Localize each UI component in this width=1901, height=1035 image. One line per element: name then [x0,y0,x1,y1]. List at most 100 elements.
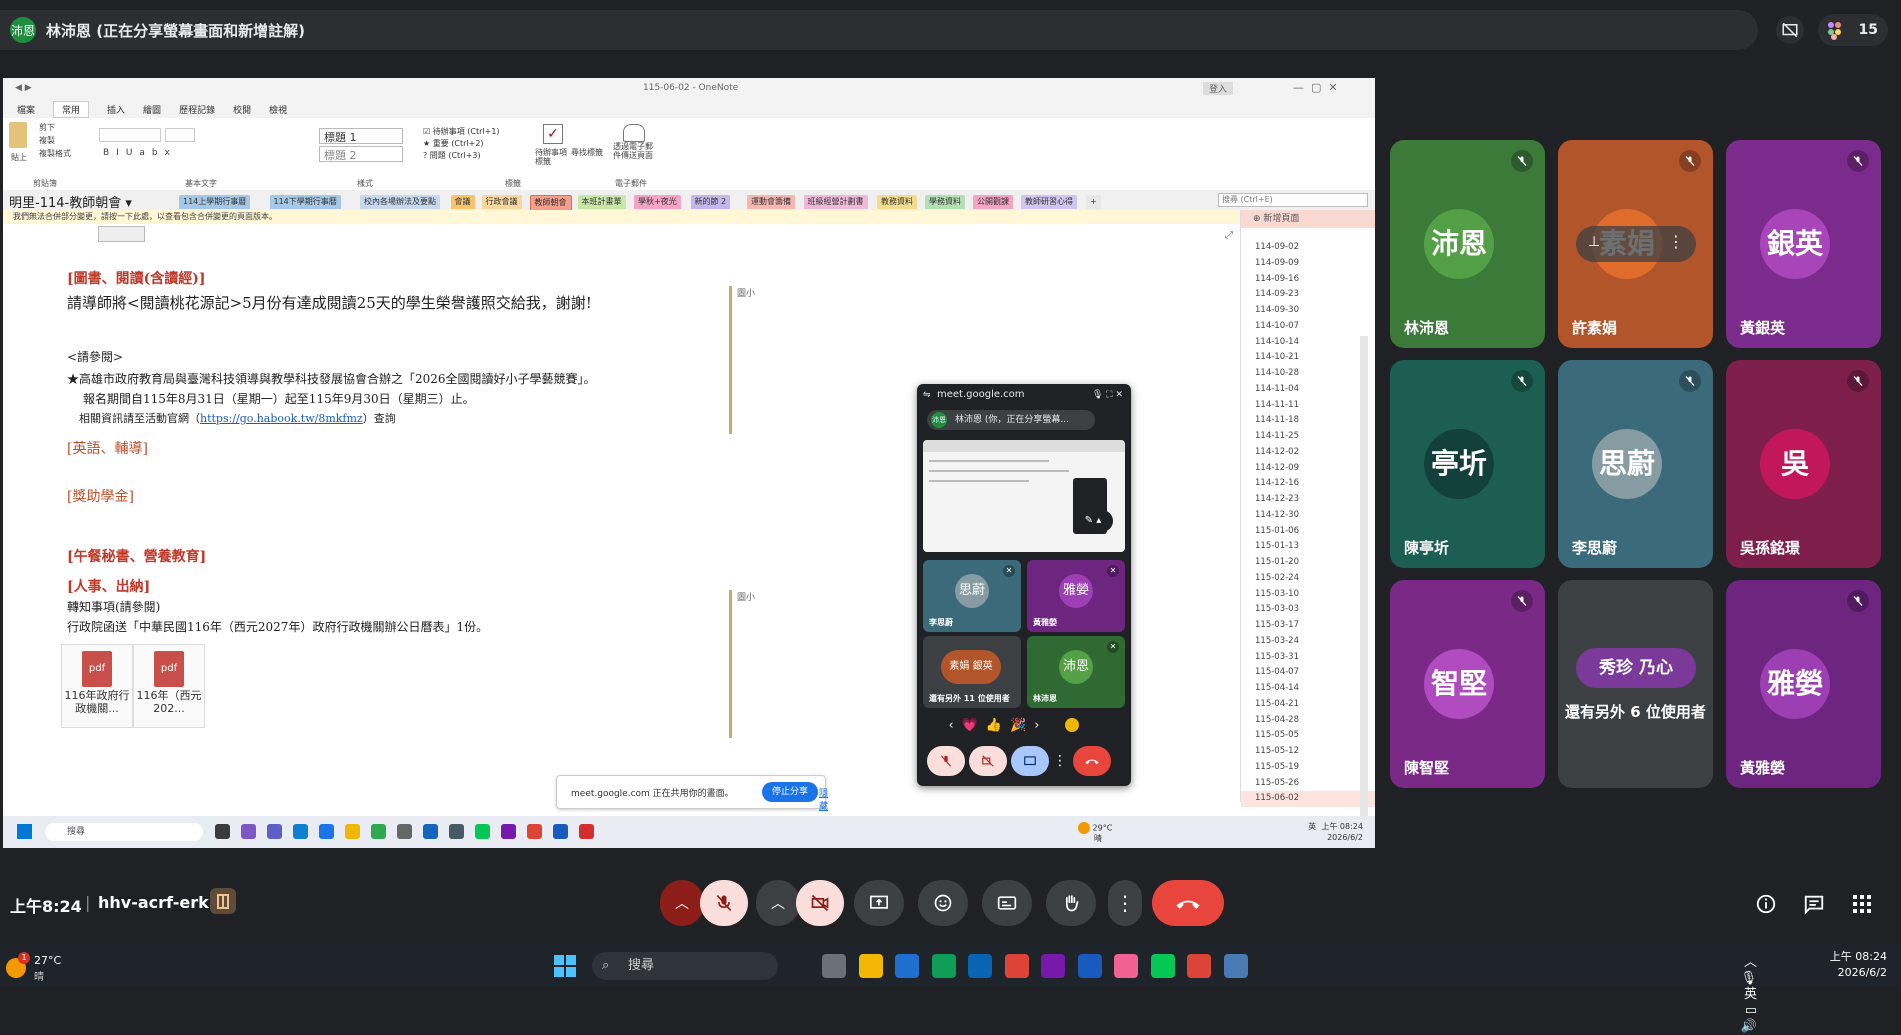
tag-important[interactable]: ★ 重要 (Ctrl+2) [423,138,484,149]
pip-window-controls-icon[interactable]: 🎙 ⛶ ✕ [1092,384,1123,406]
section-tab[interactable]: 會議 [450,195,475,209]
activities-icon[interactable] [1848,890,1876,918]
page-item[interactable]: 114-10-21 [1241,350,1375,366]
font-name-box[interactable] [99,128,161,142]
section-tab[interactable]: + [1086,195,1101,209]
window-controls-icon[interactable]: — ▢ ✕ [1293,81,1338,94]
reaction-heart-icon[interactable]: 💗 [962,718,978,733]
section-tab[interactable]: 114上學期行事曆 [179,195,251,209]
present-button[interactable] [854,880,904,926]
page-item[interactable]: 115-05-19 [1241,760,1375,776]
taskbar-app-icon[interactable] [1041,954,1065,978]
camera-off-button[interactable] [796,880,844,926]
section-tab[interactable]: 114下學期行事曆 [269,195,341,209]
page-item[interactable]: 115-03-17 [1241,618,1375,634]
tile-overlay-controls[interactable]: ⊥ ⋮ [1576,226,1696,262]
taskbar-app-icon[interactable] [1004,954,1029,978]
section-tab[interactable]: 新的節 2 [690,195,731,209]
pip-hangup-icon[interactable] [1073,746,1111,776]
meeting-info-icon[interactable] [1752,890,1780,918]
page-item[interactable]: 114-11-18 [1241,413,1375,429]
expand-icon[interactable]: ⤢ [1225,230,1233,241]
style-heading2[interactable]: 標題 2 [319,146,403,162]
taskbar-app-icon[interactable] [858,954,883,978]
paste-label[interactable]: 貼上 [11,152,27,163]
merge-warning[interactable]: 我們無法合併部分變更，請按一下此處，以查看包含合併變更的頁面版本。 [3,210,1240,224]
audio-options-button[interactable]: ︿ [660,880,704,926]
copy-button[interactable]: 複製 [39,135,55,146]
tab-draw[interactable]: 繪圖 [143,103,161,116]
pin-icon[interactable]: ⊥ [1588,234,1600,250]
page-item[interactable]: 114-12-02 [1241,445,1375,461]
section-tab[interactable]: 教務資料 [877,195,917,209]
weather-widget[interactable]: 1 27°C 晴 [4,950,84,983]
pip-annotate-icon[interactable]: ✎ ▴ [1073,510,1113,532]
taskbar-search[interactable]: ⌕ 搜尋 [592,952,778,980]
page-item[interactable]: 114-10-28 [1241,366,1375,382]
page-item[interactable]: 115-01-06 [1241,524,1375,540]
page-item[interactable]: 115-06-02 [1241,791,1375,807]
page-item[interactable]: 114-12-16 [1241,476,1375,492]
todo-tag-icon[interactable]: ✓ [543,124,563,144]
page-item[interactable]: 114-11-11 [1241,398,1375,414]
section-tab[interactable]: 行政會議 [481,195,522,209]
pip-participant-tile[interactable]: 雅嫈 黃雅嫈 ✕ [1027,560,1125,632]
taskbar-date[interactable]: 2026/6/2 [1838,966,1887,979]
tab-home[interactable]: 常用 [53,100,90,118]
tray-icons[interactable]: ︿ 🎙 英 ▭ 🔊 [1741,955,1758,1035]
page-item[interactable]: 114-09-09 [1241,256,1375,272]
pdf-attachment-2[interactable]: pdf 116年（西元202... [133,644,205,728]
tag-todo[interactable]: ☑ 待辦事項 (Ctrl+1) [423,126,500,137]
pip-more-icon[interactable]: ⋮ [1053,746,1067,776]
mic-off-button[interactable] [700,880,748,926]
tag-question[interactable]: ? 問題 (Ctrl+3) [423,150,481,161]
page-item[interactable]: 115-04-21 [1241,697,1375,713]
more-options-icon[interactable]: ⋮ [1108,880,1142,926]
page-item[interactable]: 115-04-14 [1241,681,1375,697]
page-item[interactable]: 115-03-24 [1241,634,1375,650]
page-item[interactable]: 115-03-31 [1241,650,1375,666]
tab-view[interactable]: 檢視 [269,103,287,116]
page-item[interactable]: 114-12-23 [1241,492,1375,508]
participant-tile[interactable]: 亭圻 陳亭圻 [1390,360,1545,568]
section-tab[interactable]: 教師朝會 [529,195,572,211]
back-icon[interactable]: ◀ ▶ [15,83,32,93]
page-item[interactable]: 114-11-25 [1241,429,1375,445]
participant-tile[interactable]: 雅嫈 黃雅嫈 [1726,580,1881,788]
taskbar-app-icon[interactable] [931,954,956,978]
participant-tile[interactable]: 吳吳孫銘璟 [1726,360,1881,568]
page-item[interactable]: 115-02-24 [1241,571,1375,587]
section-tab[interactable]: 本班計畫單 [577,195,626,209]
style-heading1[interactable]: 標題 1 [319,128,403,144]
onenote-search[interactable]: 搜尋 (Ctrl+E) [1218,193,1368,207]
reaction-thumbs-icon[interactable]: 👍 [986,718,1002,733]
taskbar-app-icon[interactable] [822,954,846,978]
tab-insert[interactable]: 插入 [107,103,125,116]
add-page-button[interactable]: ⊕ 新增頁面 [1241,210,1375,228]
chat-icon[interactable] [1800,890,1828,918]
page-item[interactable]: 114-09-02 [1241,240,1375,256]
page-item[interactable]: 114-10-07 [1241,319,1375,335]
taskbar-app-icon[interactable] [1150,954,1175,978]
page-item[interactable]: 115-03-10 [1241,587,1375,603]
taskbar-app-icon[interactable] [968,954,992,978]
tab-history[interactable]: 歷程記錄 [179,103,215,116]
participant-tile[interactable]: 素娟許素娟⊥⋮ [1558,140,1713,348]
video-options-button[interactable]: ︿ [756,880,800,926]
emoji-skin-icon[interactable] [1065,718,1080,732]
section-tab[interactable]: 學務資料 [925,195,965,209]
participant-tile[interactable]: 銀英 黃銀英 [1726,140,1881,348]
windows-start-icon[interactable] [554,955,576,977]
font-size-box[interactable] [165,128,195,142]
email-page-button[interactable]: 透過電子郵件傳送頁面 [613,142,659,160]
section-tab[interactable]: 公開觀課 [973,195,1013,209]
presentation-off-icon[interactable] [1776,16,1804,44]
host-controls-icon[interactable] [210,888,236,914]
taskbar-time[interactable]: 上午 08:24 [1830,950,1887,963]
page-item[interactable]: 115-04-28 [1241,713,1375,729]
signin-button[interactable]: 登入 [1203,82,1234,95]
hide-notice-link[interactable]: 隱藏 [819,786,828,812]
find-tags-button[interactable]: 尋找標籤 [571,148,603,157]
emoji-button[interactable] [918,880,968,926]
participant-tile[interactable]: 沛恩 林沛恩 [1390,140,1545,348]
